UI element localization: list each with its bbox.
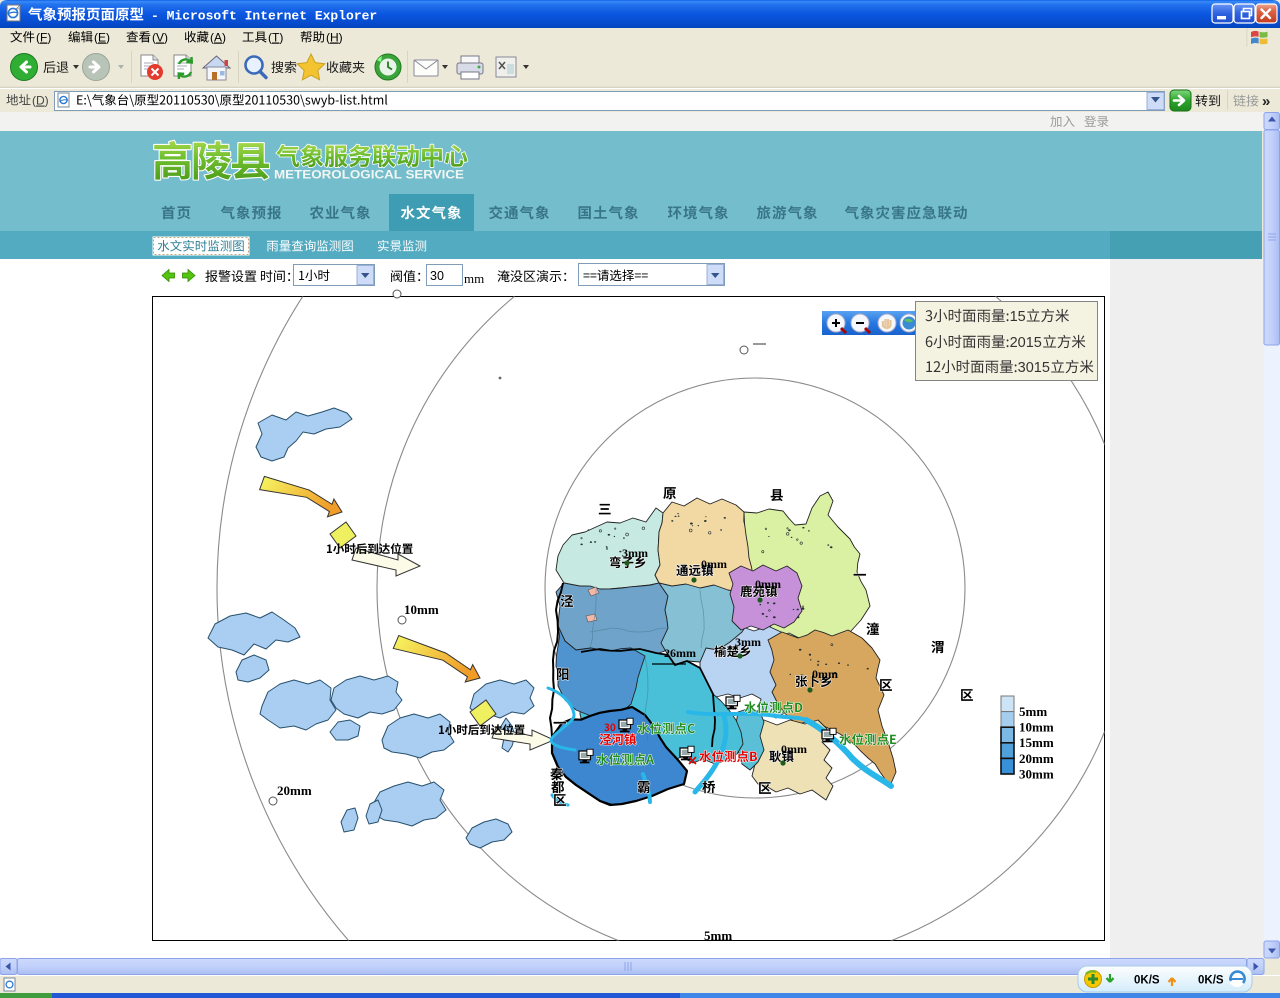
svg-text:20mm: 20mm <box>277 783 312 798</box>
svg-text:3mm: 3mm <box>622 546 648 560</box>
svg-text:(V): (V) <box>152 31 168 45</box>
svg-text:0mm: 0mm <box>812 667 838 681</box>
svg-text:2015: 2015 <box>1010 335 1042 351</box>
svg-text:20mm: 20mm <box>1019 751 1054 766</box>
svg-text:30: 30 <box>430 269 444 283</box>
svg-text:0K/S: 0K/S <box>1134 975 1160 987</box>
svg-text:26mm: 26mm <box>664 646 696 660</box>
svg-text:0mm: 0mm <box>755 577 781 591</box>
svg-text:5mm: 5mm <box>704 928 732 943</box>
svg-text:(H): (H) <box>326 31 343 45</box>
svg-text:METEOROLOGICAL SERVICE: METEOROLOGICAL SERVICE <box>274 170 464 182</box>
svg-text:»: » <box>1262 93 1270 110</box>
svg-text:10mm: 10mm <box>404 602 439 617</box>
svg-text:0mm: 0mm <box>781 742 807 756</box>
svg-text:15: 15 <box>1010 309 1026 325</box>
svg-text:(F): (F) <box>36 31 51 45</box>
svg-text:(A): (A) <box>210 31 226 45</box>
svg-text:10mm: 10mm <box>1019 720 1054 735</box>
svg-text:(T): (T) <box>268 31 283 45</box>
svg-text:3mm: 3mm <box>735 635 761 649</box>
svg-text:- Microsoft Internet Explorer: - Microsoft Internet Explorer <box>151 9 377 24</box>
svg-text:0K/S: 0K/S <box>1198 975 1224 987</box>
svg-text:(E): (E) <box>94 31 110 45</box>
svg-text:5mm: 5mm <box>1019 704 1047 719</box>
svg-text:mm: mm <box>464 271 484 286</box>
svg-text:30mm: 30mm <box>1019 766 1054 781</box>
svg-text:(D): (D) <box>32 94 49 108</box>
svg-text:3015: 3015 <box>1018 360 1050 376</box>
svg-text:0mm: 0mm <box>701 557 727 571</box>
svg-text:15mm: 15mm <box>1019 735 1054 750</box>
